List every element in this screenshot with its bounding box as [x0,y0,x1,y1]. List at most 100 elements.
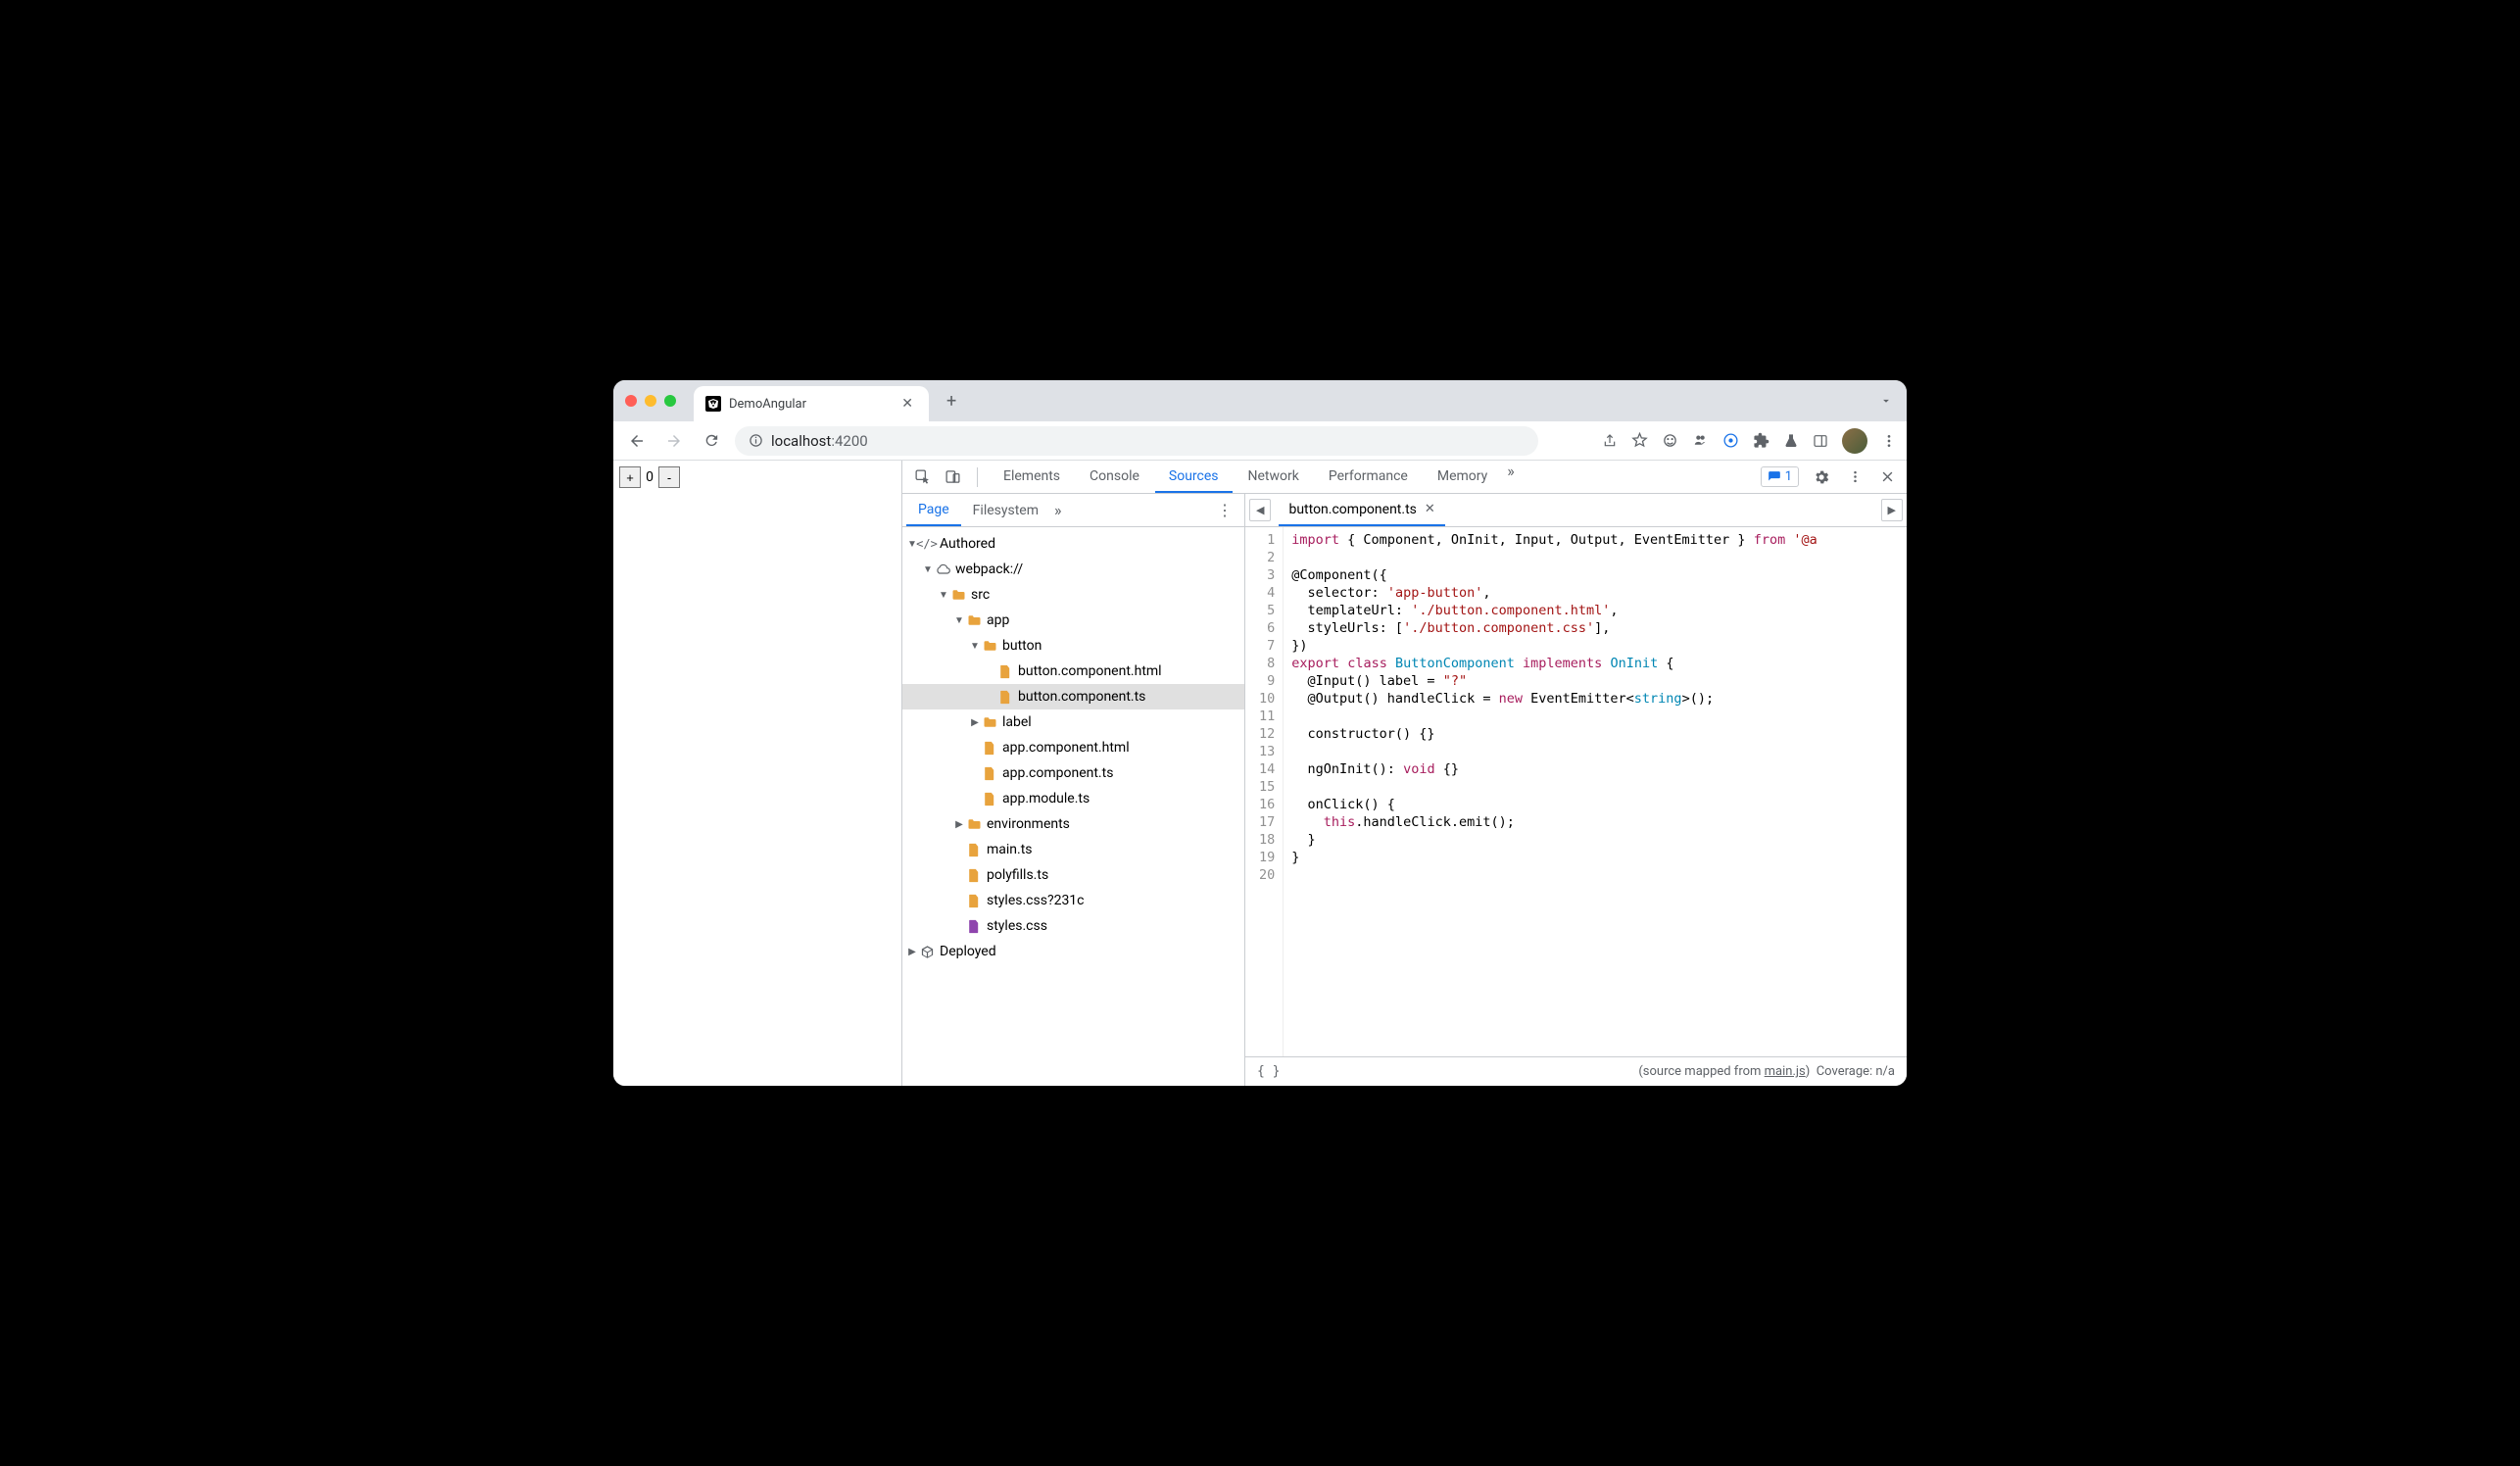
code-lines: import { Component, OnInit, Input, Outpu… [1284,527,1824,1056]
source-map-info: (source mapped from main.js) Coverage: n… [1638,1064,1895,1079]
extension-icon-2[interactable] [1692,432,1709,449]
coverage-label: Coverage: n/a [1817,1064,1895,1079]
profile-avatar[interactable] [1842,428,1867,454]
decrement-button[interactable]: - [658,466,680,488]
new-tab-button[interactable]: + [939,387,964,415]
devtools-panel: Elements Console Sources Network Perform… [902,461,1907,1086]
tree-file-app-module[interactable]: app.module.ts [902,786,1244,811]
file-icon [981,741,998,756]
share-icon[interactable] [1602,433,1618,449]
tree-deployed[interactable]: ▶Deployed [902,939,1244,964]
file-icon [996,690,1014,705]
line-gutter: 1234567891011121314151617181920 [1245,527,1284,1056]
side-panel-icon[interactable] [1813,433,1828,449]
tree-file-polyfills[interactable]: polyfills.ts [902,862,1244,888]
toolbar-icons [1602,428,1897,454]
devtools-menu-icon[interactable] [1844,465,1866,488]
deployed-icon [918,945,936,959]
tree-file-button-ts[interactable]: button.component.ts [902,684,1244,709]
back-button[interactable] [623,427,651,455]
tab-close-button[interactable]: ✕ [897,394,917,414]
tree-button-folder[interactable]: ▼button [902,633,1244,659]
code-area[interactable]: 1234567891011121314151617181920 import {… [1245,527,1907,1056]
tree-webpack[interactable]: ▼webpack:// [902,557,1244,582]
nav-tab-filesystem[interactable]: Filesystem [961,496,1050,525]
url-input[interactable]: localhost:4200 [735,426,1538,456]
counter-widget: + 0 - [619,466,896,488]
close-devtools-icon[interactable] [1876,465,1899,488]
counter-value: 0 [643,466,656,488]
reload-button[interactable] [698,427,725,455]
extension-icon-1[interactable] [1662,432,1678,449]
address-bar: localhost:4200 [613,421,1907,461]
minimize-window-button[interactable] [645,395,656,407]
file-tree: ▼</>Authored ▼webpack:// ▼src ▼app ▼butt… [902,527,1244,1086]
tab-title: DemoAngular [729,397,890,412]
panel-tabs-overflow-icon[interactable]: » [1507,462,1515,493]
bookmark-star-icon[interactable] [1631,432,1648,449]
file-icon [981,766,998,781]
panel-tab-console[interactable]: Console [1076,462,1153,493]
navigator-tabs: Page Filesystem » ⋮ [902,494,1244,527]
devtools-panel-tabs: Elements Console Sources Network Perform… [990,462,1515,493]
tree-app[interactable]: ▼app [902,608,1244,633]
angular-favicon-icon [705,396,721,412]
panel-tab-network[interactable]: Network [1235,462,1313,493]
extension-icon-3[interactable] [1722,432,1739,449]
tree-file-button-html[interactable]: button.component.html [902,659,1244,684]
tree-label-folder[interactable]: ▶label [902,709,1244,735]
issues-count: 1 [1785,469,1792,484]
close-file-icon[interactable]: ✕ [1425,502,1435,516]
increment-button[interactable]: + [619,466,641,488]
code-icon: </> [918,537,936,551]
cloud-icon [934,563,951,575]
tree-environments[interactable]: ▶environments [902,811,1244,837]
site-info-icon[interactable] [749,433,763,448]
code-editor: ◀ button.component.ts ✕ ▶ 12345678910111… [1245,494,1907,1086]
devtools-toolbar: Elements Console Sources Network Perform… [902,461,1907,494]
tab-overflow-button[interactable] [1879,394,1893,408]
settings-gear-icon[interactable] [1809,464,1834,490]
panel-tab-sources[interactable]: Sources [1155,462,1233,493]
forward-button[interactable] [660,427,688,455]
panel-tab-memory[interactable]: Memory [1424,462,1501,493]
tree-file-app-ts[interactable]: app.component.ts [902,760,1244,786]
pretty-print-icon[interactable]: { } [1257,1064,1280,1079]
tree-file-styles[interactable]: styles.css [902,913,1244,939]
close-window-button[interactable] [625,395,637,407]
url-host: localhost:4200 [771,432,868,450]
browser-tab[interactable]: DemoAngular ✕ [694,386,929,421]
device-toolbar-icon[interactable] [941,464,965,489]
panel-tab-performance[interactable]: Performance [1315,462,1422,493]
folder-icon [949,589,967,601]
editor-status-bar: { } (source mapped from main.js) Coverag… [1245,1056,1907,1086]
file-icon [965,919,983,934]
inspect-element-icon[interactable] [910,464,935,489]
file-icon [981,792,998,806]
editor-tab-label: button.component.ts [1288,502,1416,517]
chrome-menu-icon[interactable] [1881,433,1897,449]
source-map-link[interactable]: main.js [1765,1064,1806,1079]
panel-tab-elements[interactable]: Elements [990,462,1074,493]
tree-file-main[interactable]: main.ts [902,837,1244,862]
tab-bar: DemoAngular ✕ + [613,380,1907,421]
extensions-puzzle-icon[interactable] [1753,432,1769,449]
navigator-menu-icon[interactable]: ⋮ [1209,501,1240,519]
nav-tab-page[interactable]: Page [906,495,961,526]
tree-file-app-html[interactable]: app.component.html [902,735,1244,760]
issues-button[interactable]: 1 [1761,466,1799,487]
file-icon [996,664,1014,679]
tree-file-styles-q[interactable]: styles.css?231c [902,888,1244,913]
editor-tab[interactable]: button.component.ts ✕ [1279,495,1444,526]
nav-tabs-overflow-icon[interactable]: » [1054,501,1062,519]
toggle-navigator-icon[interactable]: ◀ [1249,499,1271,521]
browser-window: DemoAngular ✕ + localhost:4200 [613,380,1907,1086]
labs-flask-icon[interactable] [1783,433,1799,449]
maximize-window-button[interactable] [664,395,676,407]
toggle-debugger-icon[interactable]: ▶ [1881,499,1903,521]
file-icon [965,843,983,857]
tree-authored[interactable]: ▼</>Authored [902,531,1244,557]
folder-icon [965,614,983,626]
folder-icon [981,716,998,728]
tree-src[interactable]: ▼src [902,582,1244,608]
